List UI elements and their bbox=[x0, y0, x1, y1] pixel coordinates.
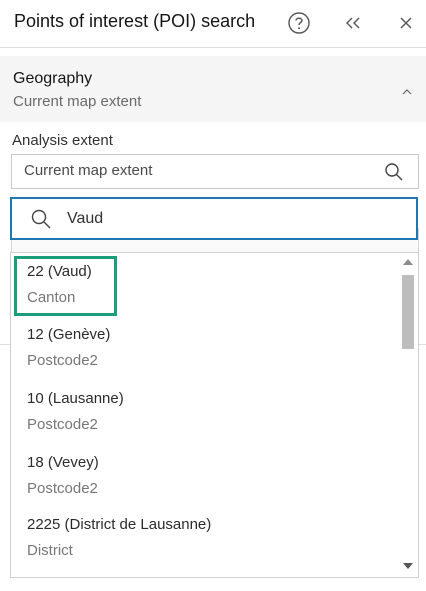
result-item[interactable]: 12 (Genève) Postcode2 bbox=[27, 326, 387, 378]
result-item[interactable]: 18 (Vevey) Postcode2 bbox=[27, 454, 387, 506]
result-name: 2225 (District de Lausanne) bbox=[27, 516, 212, 533]
close-button[interactable] bbox=[393, 10, 419, 36]
geography-title: Geography bbox=[13, 70, 93, 87]
chevron-up-icon[interactable] bbox=[400, 86, 414, 98]
result-name: 18 (Vevey) bbox=[27, 454, 99, 471]
panel-header: Points of interest (POI) search bbox=[0, 0, 426, 48]
result-highlight-box bbox=[14, 256, 117, 316]
result-type: Postcode2 bbox=[27, 352, 98, 369]
help-circle-icon bbox=[288, 12, 310, 34]
scroll-down-arrow-icon[interactable] bbox=[403, 563, 413, 569]
result-name: 12 (Genève) bbox=[27, 326, 111, 343]
analysis-extent-label: Analysis extent bbox=[12, 132, 113, 149]
location-search-input[interactable]: Vaud bbox=[10, 197, 418, 240]
scrollbar-thumb[interactable] bbox=[402, 275, 414, 349]
search-icon bbox=[31, 209, 51, 229]
search-results-list: 22 (Vaud) Canton 12 (Genève) Postcode2 1… bbox=[10, 252, 419, 578]
result-type: Postcode2 bbox=[27, 480, 98, 497]
results-scrollbar[interactable] bbox=[398, 253, 418, 577]
result-name: 10 (Lausanne) bbox=[27, 390, 124, 407]
close-icon bbox=[400, 17, 412, 29]
result-type: Postcode2 bbox=[27, 416, 98, 433]
help-button[interactable] bbox=[286, 10, 312, 36]
geography-subtitle: Current map extent bbox=[13, 93, 142, 110]
collapse-panel-button[interactable] bbox=[340, 10, 366, 36]
result-item[interactable]: 2225 (District de Lausanne) District bbox=[27, 516, 387, 568]
panel-title: Points of interest (POI) search bbox=[14, 11, 256, 31]
analysis-extent-select[interactable]: Current map extent bbox=[11, 154, 419, 189]
search-query-text: Vaud bbox=[67, 210, 104, 227]
search-icon[interactable] bbox=[384, 162, 404, 182]
result-type: District bbox=[27, 542, 73, 559]
geography-section[interactable]: Geography Current map extent bbox=[0, 56, 426, 122]
analysis-extent-value: Current map extent bbox=[24, 162, 153, 179]
double-chevron-left-icon bbox=[346, 17, 360, 29]
scroll-up-arrow-icon[interactable] bbox=[403, 259, 413, 265]
result-item[interactable]: 10 (Lausanne) Postcode2 bbox=[27, 390, 387, 442]
